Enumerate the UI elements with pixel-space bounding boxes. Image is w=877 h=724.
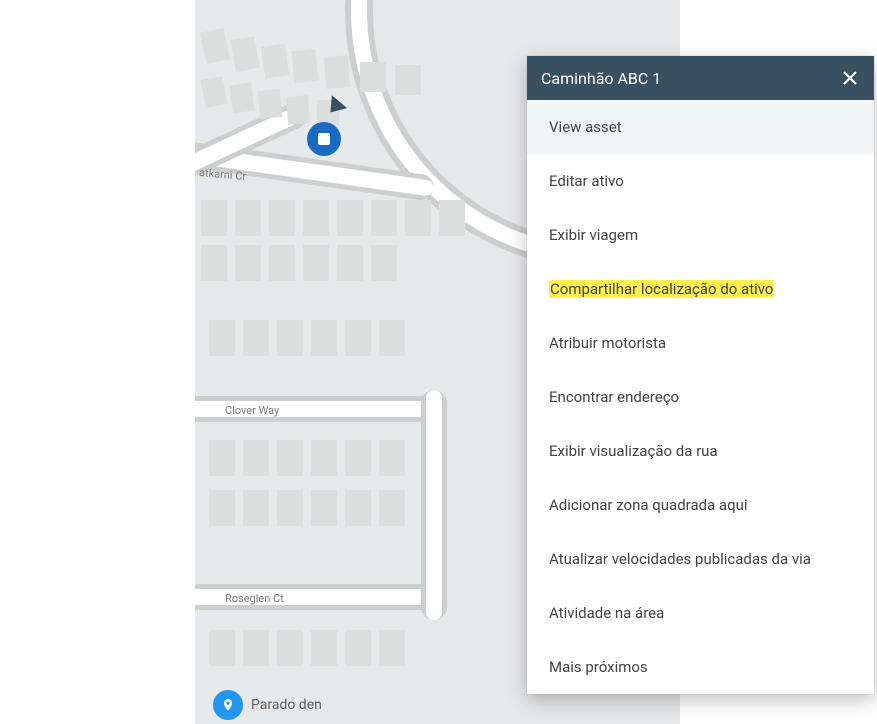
menu-item-label: Atribuir motorista [549,334,666,352]
menu-item-street-view[interactable]: Exibir visualização da rua [527,424,874,478]
menu-item-label: Exibir visualização da rua [549,442,718,460]
menu-item-add-zone[interactable]: Adicionar zona quadrada aqui [527,478,874,532]
menu-item-update-speeds[interactable]: Atualizar velocidades publicadas da via [527,532,874,586]
menu-item-nearest[interactable]: Mais próximos [527,640,874,694]
menu-item-label: Compartilhar localização do ativo [549,280,774,298]
menu-item-label: Atividade na área [549,604,664,622]
menu-item-share-location[interactable]: Compartilhar localização do ativo [527,262,874,316]
status-text: Parado den [251,697,322,713]
menu-item-view-asset[interactable]: View asset [527,100,874,154]
close-icon[interactable] [840,68,860,88]
menu-item-find-address[interactable]: Encontrar endereço [527,370,874,424]
menu-item-label: Mais próximos [549,658,648,676]
menu-item-area-activity[interactable]: Atividade na área [527,586,874,640]
asset-context-menu: Caminhão ABC 1 View asset Editar ativo E… [527,56,874,694]
context-menu-list: View asset Editar ativo Exibir viagem Co… [527,100,874,694]
menu-item-show-trip[interactable]: Exibir viagem [527,208,874,262]
stopped-icon [318,133,330,145]
menu-item-label: Exibir viagem [549,226,638,244]
menu-item-label: Encontrar endereço [549,388,679,406]
menu-item-label: Atualizar velocidades publicadas da via [549,550,811,568]
popup-header: Caminhão ABC 1 [527,56,874,100]
menu-item-label: View asset [549,118,622,136]
asset-marker[interactable] [307,122,341,156]
menu-item-edit-asset[interactable]: Editar ativo [527,154,874,208]
popup-title: Caminhão ABC 1 [541,69,661,88]
menu-item-assign-driver[interactable]: Atribuir motorista [527,316,874,370]
menu-item-label: Editar ativo [549,172,624,190]
menu-item-label: Adicionar zona quadrada aqui [549,496,748,514]
status-pin-icon[interactable] [213,690,243,720]
